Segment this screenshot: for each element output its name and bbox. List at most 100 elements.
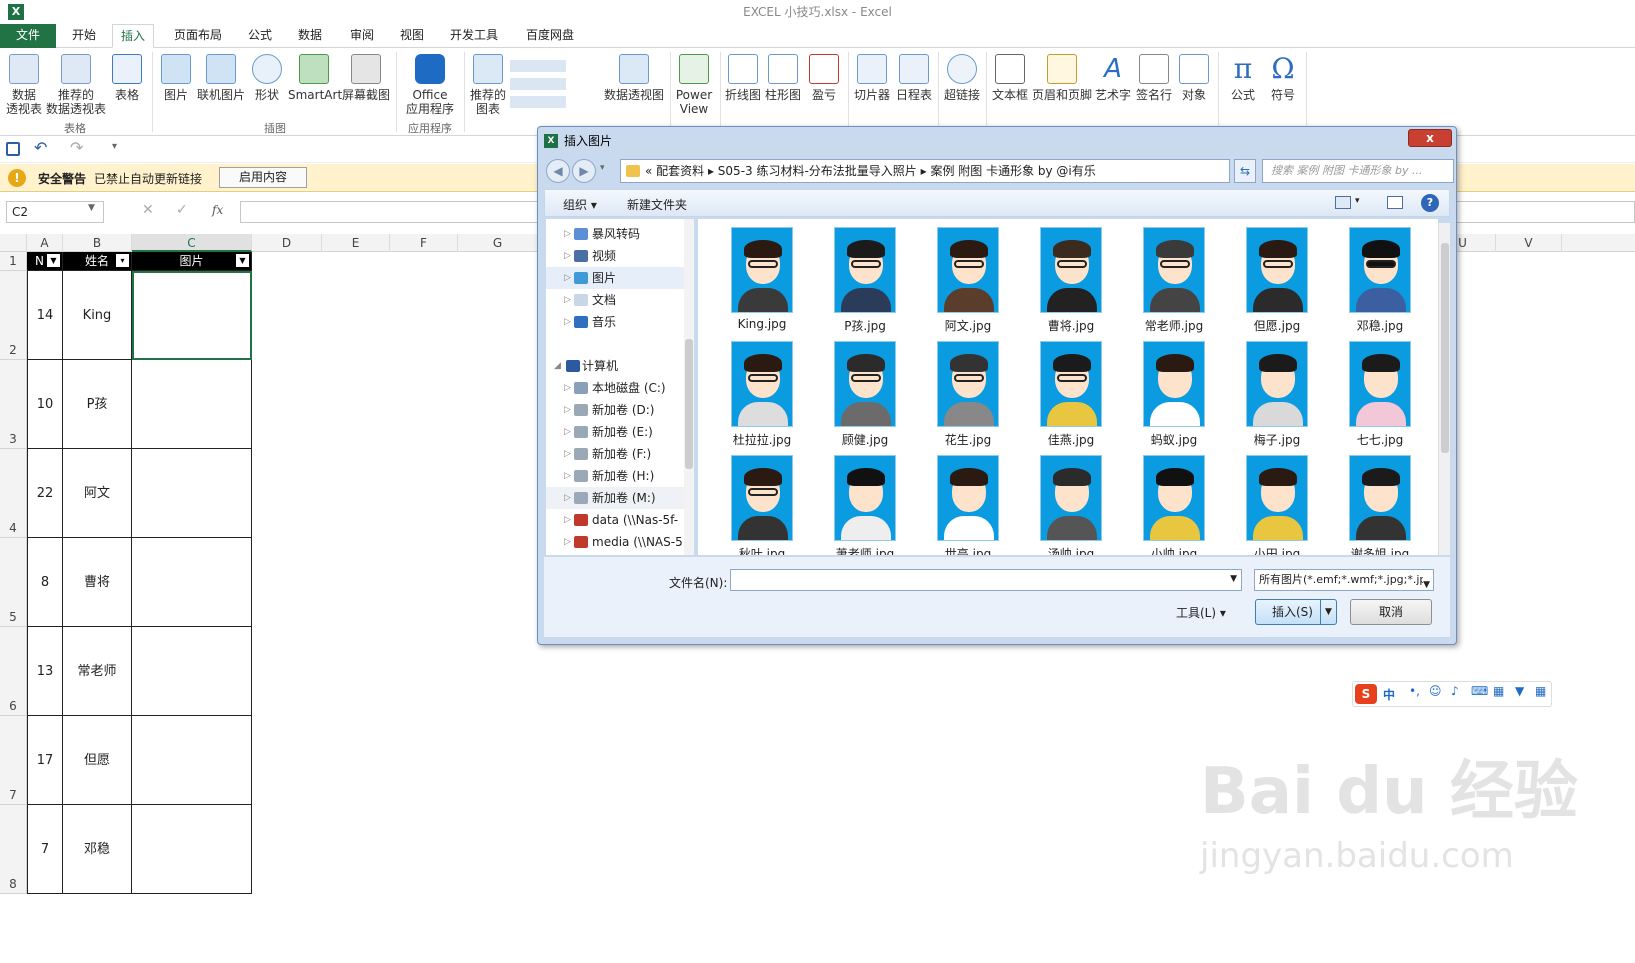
- expand-icon[interactable]: ▷: [564, 399, 571, 421]
- row-header[interactable]: 8: [0, 805, 27, 894]
- file-list-scrollbar[interactable]: [1438, 223, 1450, 555]
- expand-icon[interactable]: ▷: [564, 311, 571, 333]
- file-thumbnail[interactable]: King.jpg: [712, 227, 812, 339]
- chevron-down-icon[interactable]: ▼: [88, 203, 95, 213]
- wordart-button[interactable]: A 艺术字: [1094, 54, 1132, 102]
- cell-name[interactable]: 但愿: [63, 716, 132, 805]
- select-all-corner[interactable]: [0, 234, 27, 252]
- nav-item[interactable]: ▷ 新加卷 (F:): [546, 443, 684, 465]
- header-cell-picture[interactable]: 图片 ▼: [132, 252, 252, 271]
- symbol-button[interactable]: Ω 符号: [1264, 54, 1302, 102]
- hyperlink-button[interactable]: 超链接: [942, 54, 982, 102]
- scrollbar-thumb[interactable]: [685, 339, 693, 469]
- nav-item[interactable]: ▷ 音乐: [546, 311, 684, 333]
- organize-button[interactable]: 组织 ▾: [563, 196, 597, 213]
- nav-item[interactable]: ◢ 计算机: [546, 355, 684, 377]
- sparkline-winloss-button[interactable]: 盈亏: [806, 54, 842, 102]
- expand-icon[interactable]: ▷: [564, 487, 571, 509]
- table-button[interactable]: 表格: [110, 54, 144, 102]
- tab-baidu-netdisk[interactable]: 百度网盘: [518, 24, 582, 48]
- chevron-down-icon[interactable]: ▼: [1230, 574, 1237, 584]
- sparkline-column-button[interactable]: 柱形图: [764, 54, 802, 102]
- chevron-down-icon[interactable]: ▼: [1423, 575, 1430, 590]
- file-thumbnail[interactable]: 顾健.jpg: [815, 341, 915, 453]
- cell-name[interactable]: 曹将: [63, 538, 132, 627]
- screenshot-button[interactable]: 屏幕截图: [342, 54, 390, 102]
- file-thumbnail[interactable]: 小田.jpg: [1227, 455, 1327, 555]
- filter-dropdown-icon[interactable]: ▼: [47, 254, 60, 267]
- nav-item[interactable]: ▷ 新加卷 (H:): [546, 465, 684, 487]
- picture-button[interactable]: 图片: [158, 54, 194, 102]
- file-thumbnail[interactable]: 谢多姐.jpg: [1330, 455, 1430, 555]
- insert-button[interactable]: 插入(S) ▼: [1255, 599, 1337, 625]
- shapes-button[interactable]: 形状: [250, 54, 284, 102]
- expand-icon[interactable]: ▷: [564, 267, 571, 289]
- redo-icon[interactable]: ↷: [70, 138, 83, 157]
- tools-button[interactable]: 工具(L) ▾: [1176, 604, 1226, 621]
- column-header-g[interactable]: G: [458, 234, 538, 252]
- expand-icon[interactable]: ▷: [564, 509, 571, 531]
- expand-icon[interactable]: ▷: [564, 443, 571, 465]
- nav-item[interactable]: ▷ 新加卷 (D:): [546, 399, 684, 421]
- object-button[interactable]: 对象: [1176, 54, 1212, 102]
- cell-name[interactable]: 阿文: [63, 449, 132, 538]
- file-type-select[interactable]: 所有图片(*.emf;*.wmf;*.jpg;*.jp ▼: [1254, 569, 1434, 591]
- file-thumbnail[interactable]: P孩.jpg: [815, 227, 915, 339]
- cell-name[interactable]: P孩: [63, 360, 132, 449]
- tab-home[interactable]: 开始: [64, 24, 104, 48]
- toolbox-icon[interactable]: ▦: [1493, 684, 1504, 698]
- row-header[interactable]: 4: [0, 449, 27, 538]
- file-thumbnail[interactable]: 常老师.jpg: [1124, 227, 1224, 339]
- expand-icon[interactable]: ▷: [564, 531, 571, 553]
- expand-icon[interactable]: ▷: [564, 421, 571, 443]
- tab-page-layout[interactable]: 页面布局: [166, 24, 230, 48]
- file-thumbnail[interactable]: 七七.jpg: [1330, 341, 1430, 453]
- chevron-down-icon[interactable]: ▼: [1320, 600, 1336, 624]
- column-header-v[interactable]: V: [1496, 234, 1562, 252]
- tab-data[interactable]: 数据: [290, 24, 330, 48]
- tab-insert[interactable]: 插入: [112, 24, 155, 48]
- timeline-button[interactable]: 日程表: [894, 54, 934, 102]
- new-folder-button[interactable]: 新建文件夹: [627, 196, 687, 213]
- search-input[interactable]: 搜索 案例 附图 卡通形象 by ...: [1262, 159, 1454, 183]
- row-header[interactable]: 6: [0, 627, 27, 716]
- view-options-icon[interactable]: [1335, 196, 1351, 209]
- emoji-icon[interactable]: ☺: [1429, 684, 1442, 698]
- recommended-pivot-button[interactable]: 推荐的 数据透视表: [46, 54, 106, 116]
- nav-item[interactable]: ▷ data (\\Nas-5f-: [546, 509, 684, 531]
- file-thumbnail[interactable]: 阿文.jpg: [918, 227, 1018, 339]
- file-thumbnail[interactable]: 蚂蚁.jpg: [1124, 341, 1224, 453]
- pivot-chart-button[interactable]: 数据透视图: [604, 54, 664, 102]
- nav-item[interactable]: ▷ 新加卷 (M:): [546, 487, 684, 509]
- cell-number[interactable]: 14: [27, 271, 63, 360]
- file-thumbnail[interactable]: 小帅.jpg: [1124, 455, 1224, 555]
- nav-item[interactable]: ▷ 新加卷 (E:): [546, 421, 684, 443]
- close-button[interactable]: x: [1408, 129, 1452, 147]
- recent-locations-icon[interactable]: ▾: [600, 163, 605, 173]
- help-icon[interactable]: ?: [1421, 194, 1439, 212]
- row-header[interactable]: 7: [0, 716, 27, 805]
- enable-content-button[interactable]: 启用内容: [219, 167, 307, 188]
- undo-icon[interactable]: ↶: [34, 138, 47, 157]
- tab-file[interactable]: 文件: [0, 24, 56, 48]
- ime-mode-label[interactable]: 中: [1383, 686, 1395, 703]
- nav-scrollbar[interactable]: [684, 219, 694, 555]
- expand-icon[interactable]: ▷: [564, 465, 571, 487]
- tab-formulas[interactable]: 公式: [240, 24, 280, 48]
- customize-qat-icon[interactable]: ▾: [112, 141, 117, 152]
- file-thumbnail[interactable]: 世亮.jpg: [918, 455, 1018, 555]
- header-cell-n[interactable]: N ▼: [27, 252, 63, 271]
- nav-item[interactable]: ▷ 图片: [546, 267, 684, 289]
- cancel-button[interactable]: 取消: [1350, 599, 1432, 625]
- cell-picture[interactable]: [132, 271, 252, 360]
- cell-name[interactable]: 邓稳: [63, 805, 132, 894]
- cell-number[interactable]: 17: [27, 716, 63, 805]
- chevron-down-icon[interactable]: ▾: [1355, 196, 1360, 206]
- nav-item[interactable]: ▷ 暴风转码: [546, 223, 684, 245]
- file-thumbnail[interactable]: 花生.jpg: [918, 341, 1018, 453]
- cell-number[interactable]: 8: [27, 538, 63, 627]
- cancel-formula-icon[interactable]: ✕: [142, 202, 154, 218]
- sogou-icon[interactable]: S: [1355, 684, 1377, 704]
- cell-number[interactable]: 22: [27, 449, 63, 538]
- confirm-formula-icon[interactable]: ✓: [176, 202, 188, 218]
